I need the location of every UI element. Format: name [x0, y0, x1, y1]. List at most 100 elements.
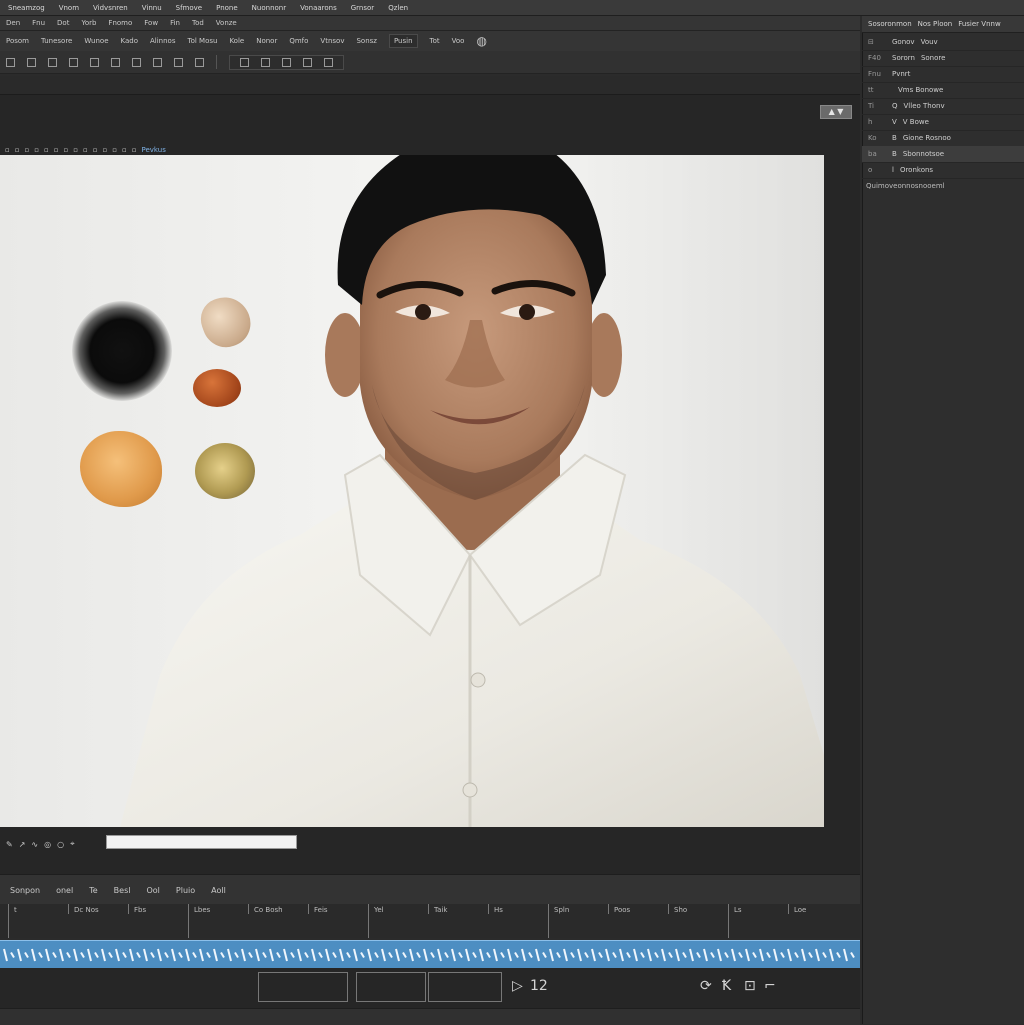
menu-item[interactable]: Sneamzog — [8, 4, 45, 12]
panel-row[interactable]: tt Vms Bonowe — [862, 82, 1024, 99]
panel-tab[interactable]: Nos Ploon — [918, 20, 953, 28]
select-tool-icon[interactable] — [6, 57, 15, 67]
marker-icon[interactable]: ⌐ — [764, 978, 776, 994]
timeline-toolbar-item[interactable]: Aoll — [211, 886, 226, 895]
timeline-toolbar-item[interactable]: Pluio — [176, 886, 195, 895]
row-toggle-icon[interactable]: h — [868, 118, 886, 126]
viewer-tool-icon[interactable]: ▫ — [15, 146, 20, 154]
viewer-tool-icon[interactable]: ▫ — [54, 146, 59, 154]
menu-item[interactable]: Vinnu — [142, 4, 162, 12]
viewer-tool-icon[interactable]: ▫ — [103, 146, 108, 154]
panel-row[interactable]: o l Oronkons — [862, 162, 1024, 179]
panel-row[interactable]: ba B Sbonnotsoe — [862, 146, 1024, 163]
toolbar-button[interactable]: Tot — [430, 37, 440, 45]
viewer-footer-icon[interactable]: ↗ — [19, 840, 26, 849]
toolbar-button[interactable]: Alinnos — [150, 37, 175, 45]
viewer-tool-icon[interactable]: ▫ — [132, 146, 137, 154]
panel-row[interactable]: ⊟ Gonov Vouv — [862, 34, 1024, 51]
viewer-footer-icon[interactable]: ∿ — [31, 840, 38, 849]
panel-row[interactable]: F40 Sororn Sonore — [862, 50, 1024, 67]
clip-thumbnail[interactable] — [428, 972, 502, 1002]
grid-tool-icon[interactable] — [111, 57, 120, 67]
timeline-toolbar-item[interactable]: onel — [56, 886, 73, 895]
timeline-toolbar-item[interactable]: Sonpon — [10, 886, 40, 895]
viewer-tool-icon[interactable]: ▫ — [25, 146, 30, 154]
viewer-footer-icon[interactable]: ✎ — [6, 840, 13, 849]
toolbar-button[interactable]: Kole — [229, 37, 244, 45]
toolbar-button[interactable]: Posom — [6, 37, 29, 45]
row-toggle-icon[interactable]: tt — [868, 86, 886, 94]
toolbar-button[interactable]: Kado — [121, 37, 138, 45]
viewer-tool-icon[interactable]: ▫ — [44, 146, 49, 154]
marker-icon[interactable] — [324, 57, 333, 67]
timeline-track[interactable] — [0, 940, 860, 970]
viewer-tool-icon[interactable]: ▫ — [5, 146, 10, 154]
toolbar-button[interactable]: Nonor — [256, 37, 277, 45]
timeline-toolbar-item[interactable]: Te — [89, 886, 97, 895]
toolbar-menu-item[interactable]: Den — [6, 19, 20, 27]
menu-item[interactable]: Sfmove — [176, 4, 202, 12]
viewer-tool-icon[interactable]: ▫ — [122, 146, 127, 154]
audio-icon[interactable] — [303, 57, 312, 67]
panel-row[interactable]: Ti Q Vlleo Thonv — [862, 98, 1024, 115]
play-icon[interactable]: ▷ — [512, 978, 523, 994]
row-toggle-icon[interactable]: ba — [868, 150, 886, 158]
row-toggle-icon[interactable]: Ti — [868, 102, 886, 110]
panel-row[interactable]: Fnu Pvnrt — [862, 66, 1024, 83]
viewer-tool-icon[interactable]: ▫ — [93, 146, 98, 154]
menu-item[interactable]: Pnone — [216, 4, 238, 12]
toolbar-button[interactable]: Tol Mosu — [187, 37, 217, 45]
toolbar-menu-item[interactable]: Tod — [192, 19, 204, 27]
zoom-dropdown[interactable]: Pusin — [388, 34, 418, 48]
move-tool-icon[interactable] — [27, 57, 36, 67]
timeline-ruler[interactable]: t Dc Nos Fbs Lbes Co Bosh Feis Yel Taik Hs Spln Po… — [0, 904, 860, 938]
toolbar-menu-item[interactable]: Fow — [144, 19, 158, 27]
toolbar-menu-item[interactable]: Dot — [57, 19, 69, 27]
tool-group[interactable] — [229, 54, 344, 70]
toolbar-button[interactable]: Vtnsov — [320, 37, 344, 45]
trim-icon[interactable]: Ꝁ — [722, 978, 731, 994]
menu-item[interactable]: Grnsor — [351, 4, 374, 12]
snapshot-icon[interactable]: ⊡ — [744, 978, 756, 994]
toolbar-menu-item[interactable]: Fnu — [32, 19, 45, 27]
hand-tool-icon[interactable] — [195, 57, 204, 67]
toolbar-button[interactable]: Voo — [452, 37, 465, 45]
frame-icon[interactable] — [240, 57, 249, 67]
layers-tool-icon[interactable] — [90, 57, 99, 67]
viewer-tool-icon[interactable]: ▫ — [64, 146, 69, 154]
menu-item[interactable]: Vonaarons — [300, 4, 337, 12]
toolbar-button[interactable]: Sonsz — [356, 37, 376, 45]
toolbar-button[interactable]: Tunesore — [41, 37, 72, 45]
toolbar-menu-item[interactable]: Yorb — [81, 19, 96, 27]
viewer-footer-icon[interactable]: ◎ — [44, 840, 51, 849]
shape-tool-icon[interactable] — [153, 57, 162, 67]
viewer-tool-icon[interactable]: ▫ — [73, 146, 78, 154]
loop-icon[interactable]: ⟳ — [700, 978, 712, 994]
row-toggle-icon[interactable]: Ko — [868, 134, 886, 142]
viewer-tool-icon[interactable]: ▫ — [83, 146, 88, 154]
link-icon[interactable] — [282, 57, 291, 67]
row-toggle-icon[interactable]: F40 — [868, 54, 886, 62]
panel-row[interactable]: hV V Bowe — [862, 114, 1024, 131]
timecode-field[interactable] — [106, 835, 297, 849]
toolbar-button[interactable]: Wunoe — [84, 37, 108, 45]
clip-thumbnail[interactable] — [258, 972, 348, 1002]
row-toggle-icon[interactable]: o — [868, 166, 886, 174]
clip-thumbnail[interactable] — [356, 972, 426, 1002]
toolbar-button[interactable]: Qmfo — [289, 37, 308, 45]
viewer-toggle-button[interactable]: ▲ ▼ — [820, 105, 852, 119]
monitor-icon[interactable] — [261, 57, 270, 67]
menu-item[interactable]: Vidvsnren — [93, 4, 128, 12]
timeline-toolbar-item[interactable]: Besl — [114, 886, 131, 895]
row-toggle-icon[interactable]: Fnu — [868, 70, 886, 78]
row-toggle-icon[interactable]: ⊟ — [868, 38, 886, 46]
viewer-footer-icon[interactable]: ⌖ — [70, 839, 75, 849]
viewer-footer-icon[interactable]: ○ — [57, 840, 64, 849]
viewer-tool-icon[interactable]: ▫ — [112, 146, 117, 154]
toolbar-menu-item[interactable]: Fnomo — [108, 19, 132, 27]
crop-tool-icon[interactable] — [48, 57, 57, 67]
panel-tab[interactable]: Fusier Vnnw — [958, 20, 1000, 28]
timeline-toolbar-item[interactable]: Ool — [146, 886, 159, 895]
globe-icon[interactable]: ◍ — [476, 34, 486, 48]
zoom-tool-icon[interactable] — [174, 57, 183, 67]
